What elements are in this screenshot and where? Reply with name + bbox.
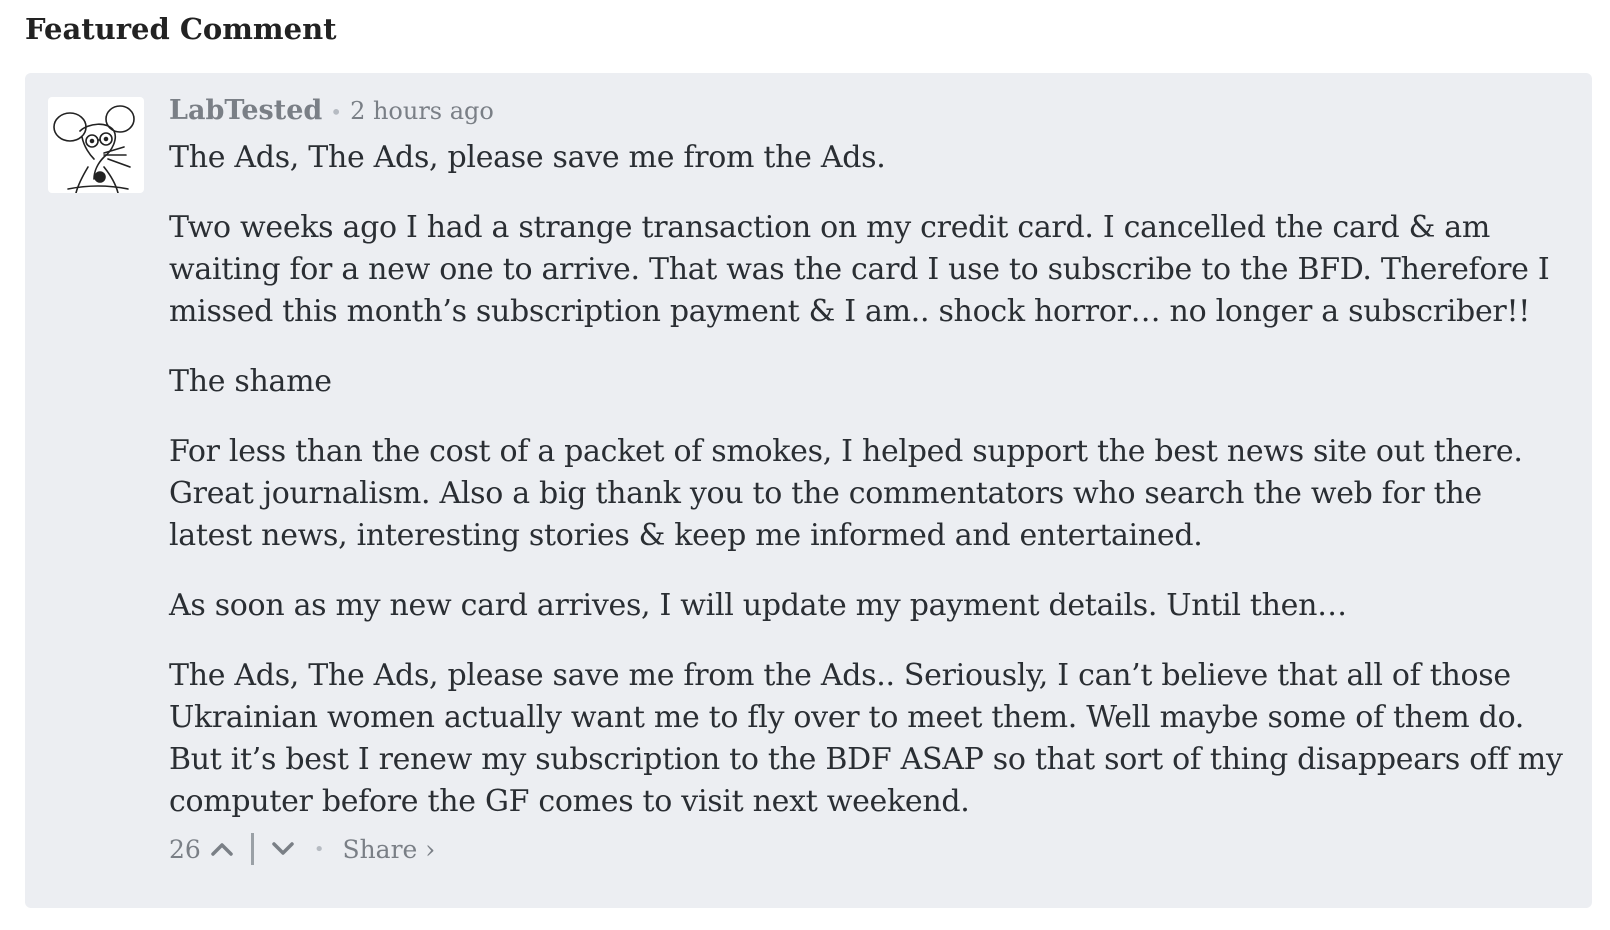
user-avatar[interactable] (48, 97, 144, 193)
chevron-down-icon (272, 842, 294, 855)
comment-paragraph: As soon as my new card arrives, I will u… (169, 588, 1347, 623)
comment-meta: LabTested • 2 hours ago (169, 95, 1569, 137)
vote-divider (250, 833, 254, 865)
featured-comment-card: LabTested • 2 hours ago The Ads, The Ads… (25, 73, 1592, 908)
comment-paragraph: The Ads, The Ads, please save me from th… (169, 658, 1563, 819)
comment-paragraph: For less than the cost of a packet of sm… (169, 434, 1523, 553)
actions-separator-dot: • (313, 838, 325, 860)
upvote-button[interactable] (209, 839, 235, 859)
comment-paragraph: The Ads, The Ads, please save me from th… (169, 140, 886, 175)
comment-body: The Ads, The Ads, please save me from th… (169, 137, 1569, 823)
comment-paragraph: The shame (169, 364, 332, 399)
share-button[interactable]: Share › (342, 835, 435, 864)
section-title: Featured Comment (25, 12, 337, 46)
comment-paragraph: Two weeks ago I had a strange transactio… (169, 210, 1550, 329)
meta-separator-dot: • (330, 100, 343, 124)
chevron-up-icon (211, 843, 233, 856)
comment-timestamp[interactable]: 2 hours ago (350, 97, 494, 125)
comment-actions: 26 • Share › (169, 829, 1569, 869)
vote-count: 26 (169, 834, 201, 864)
comment-content: LabTested • 2 hours ago The Ads, The Ads… (169, 95, 1569, 869)
cartoon-rat-icon (53, 105, 135, 193)
downvote-button[interactable] (270, 839, 296, 859)
author-name[interactable]: LabTested (169, 95, 322, 126)
